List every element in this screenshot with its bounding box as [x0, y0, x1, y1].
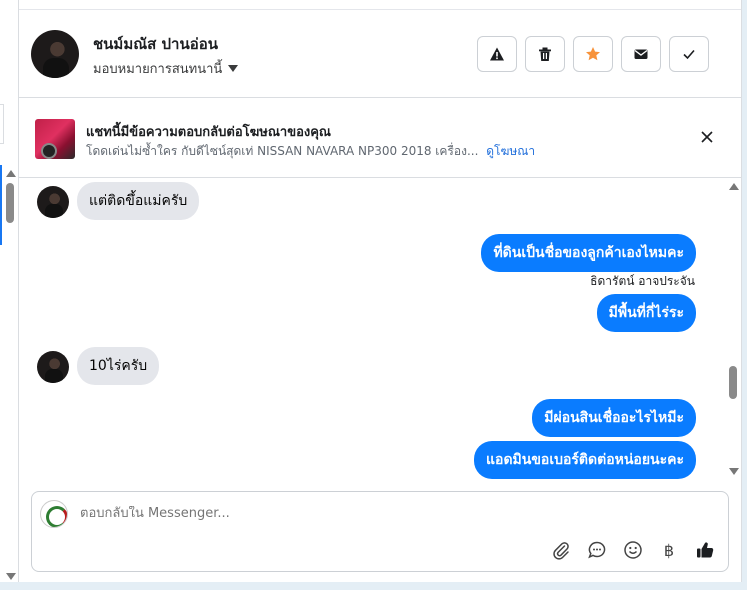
- smiley-icon: [624, 541, 642, 559]
- contact-avatar[interactable]: [31, 30, 79, 78]
- contact-name[interactable]: ชนม์มณัส ปานอ่อน: [93, 32, 218, 56]
- left-panel-marker: [0, 104, 4, 144]
- outgoing-message: มีผ่อนสินเชื่ออะไรไหมีะ: [532, 399, 696, 437]
- ad-thumbnail[interactable]: [35, 119, 75, 159]
- left-scroll-up-arrow[interactable]: [6, 170, 16, 177]
- incoming-message: 10ไร่ครับ: [77, 347, 160, 385]
- baht-icon: ฿: [663, 540, 675, 560]
- thumbs-up-icon: [697, 542, 714, 558]
- mail-button[interactable]: [621, 36, 661, 72]
- assign-label: มอบหมายการสนทนานี้: [93, 62, 223, 77]
- composer-toolbar: ฿: [550, 539, 716, 561]
- ad-reply-banner: แชทนี้มีข้อความตอบกลับต่อโฆษณาของคุณ โดด…: [19, 99, 741, 178]
- conversation-header: ชนม์มณัส ปานอ่อน มอบหมายการสนทนานี้: [19, 10, 741, 98]
- chat-bubble-icon: [588, 541, 606, 559]
- scroll-down-arrow[interactable]: [729, 468, 739, 475]
- check-icon: [683, 49, 695, 60]
- contact-avatar-small: [37, 351, 69, 383]
- ad-banner-description: โดดเด่นไม่ซ้ำใคร กับดีไซน์สุดเท่ NISSAN …: [86, 142, 535, 161]
- sender-name: ธิดารัตน์ อาจประจัน: [590, 274, 695, 288]
- scrollbar-thumb[interactable]: [729, 366, 737, 399]
- outgoing-message: ที่ดินเป็นชื่อของลูกค้าเองไหมคะ: [481, 234, 696, 272]
- conversation-panel: ชนม์มณัส ปานอ่อน มอบหมายการสนทนานี้ แชทน…: [19, 0, 741, 590]
- left-scroll-down-arrow[interactable]: [6, 573, 16, 580]
- left-panel-edge: [0, 0, 19, 590]
- paperclip-icon: [553, 542, 569, 560]
- emoji-button[interactable]: [622, 539, 644, 561]
- ad-description-text: โดดเด่นไม่ซ้ำใคร กับดีไซน์สุดเท่ NISSAN …: [86, 144, 479, 158]
- like-button[interactable]: [694, 539, 716, 561]
- selection-indicator: [0, 165, 2, 245]
- left-scrollbar-thumb[interactable]: [6, 183, 14, 223]
- message-thread: แต่ติดขึ้อแม่ครับ ที่ดินเป็นชื่อของลูกค้…: [19, 179, 729, 479]
- assign-conversation-dropdown[interactable]: มอบหมายการสนทนานี้: [93, 58, 239, 79]
- attach-button[interactable]: [550, 539, 572, 561]
- reply-composer: ฿: [31, 491, 729, 572]
- page-avatar: [40, 500, 68, 528]
- thread-scrollbar[interactable]: [727, 179, 741, 479]
- scroll-up-arrow[interactable]: [729, 183, 739, 190]
- ad-banner-title: แชทนี้มีข้อความตอบกลับต่อโฆษณาของคุณ: [86, 125, 331, 140]
- payment-button[interactable]: ฿: [658, 539, 680, 561]
- outgoing-message: มีพื้นที่กี่ไร่ระ: [596, 294, 696, 332]
- header-actions: [477, 36, 709, 72]
- star-button[interactable]: [573, 36, 613, 72]
- close-icon[interactable]: [699, 129, 715, 145]
- right-panel-edge: [741, 0, 747, 590]
- delete-button[interactable]: [525, 36, 565, 72]
- done-button[interactable]: [669, 36, 709, 72]
- caret-down-icon: [228, 65, 239, 72]
- star-icon: [586, 47, 600, 61]
- outgoing-message: แอดมินขอเบอร์ติดต่อหน่อยนะคะ: [474, 441, 696, 479]
- contact-avatar-small: [37, 186, 69, 218]
- view-ad-link[interactable]: ดูโฆษณา: [486, 144, 535, 158]
- saved-replies-button[interactable]: [586, 539, 608, 561]
- trash-icon: [539, 47, 551, 61]
- reply-input[interactable]: [80, 506, 580, 521]
- report-button[interactable]: [477, 36, 517, 72]
- incoming-message: แต่ติดขึ้อแม่ครับ: [77, 182, 200, 220]
- bottom-edge: [0, 582, 747, 590]
- warning-icon: [490, 47, 504, 61]
- envelope-icon: [634, 49, 648, 59]
